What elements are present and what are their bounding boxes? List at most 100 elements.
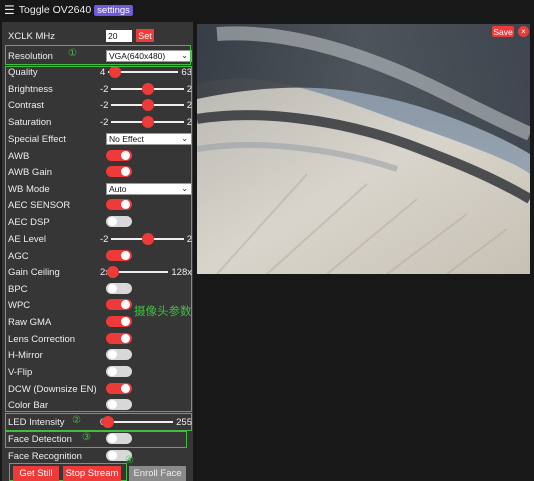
- bpc-label: BPC: [8, 283, 28, 295]
- chevron-down-icon: ⌄: [181, 134, 188, 143]
- chevron-down-icon: ⌄: [181, 184, 188, 193]
- raw-gma-label: Raw GMA: [8, 316, 52, 328]
- h-mirror-label: H-Mirror: [8, 349, 43, 361]
- raw-gma-toggle[interactable]: [106, 316, 132, 327]
- slider-track: [111, 233, 184, 245]
- awb-row: AWB: [8, 148, 188, 164]
- wpc-toggle[interactable]: [106, 299, 132, 310]
- agc-label: AGC: [8, 250, 29, 262]
- dcw-row: DCW (Downsize EN): [8, 381, 188, 397]
- awb-gain-toggle[interactable]: [106, 166, 132, 177]
- top-bar: ☰ Toggle OV2640 settings: [0, 0, 534, 20]
- gain-ceiling-max: 128x: [171, 266, 192, 278]
- aec-dsp-label: AEC DSP: [8, 216, 50, 228]
- enroll-face-button[interactable]: Enroll Face: [129, 466, 186, 481]
- ae-level-max: 2: [186, 233, 192, 245]
- aec-dsp-row: AEC DSP: [8, 214, 188, 230]
- toggle-knob: [108, 400, 117, 409]
- saturation-slider[interactable]: -2 2: [100, 114, 192, 130]
- face-detection-toggle[interactable]: [106, 433, 132, 444]
- xclk-row: XCLK MHz 20 Set: [8, 28, 188, 44]
- awb-toggle[interactable]: [106, 150, 132, 161]
- raw-gma-row: Raw GMA: [8, 314, 188, 330]
- special-effect-row: Special Effect No Effect ⌄: [8, 131, 192, 147]
- slider-thumb[interactable]: [102, 416, 115, 428]
- gain-ceiling-slider[interactable]: 2x 128x: [100, 264, 192, 280]
- annotation-number-2: ②: [72, 415, 81, 426]
- xclk-set-button[interactable]: Set: [136, 29, 154, 42]
- stop-stream-button[interactable]: Stop Stream: [63, 466, 121, 481]
- ae-level-min: -2: [100, 233, 109, 245]
- contrast-slider[interactable]: -2 2: [100, 97, 192, 113]
- face-detection-row: Face Detection: [8, 431, 188, 447]
- toggle-knob: [108, 217, 117, 226]
- slider-thumb[interactable]: [141, 99, 154, 111]
- ae-level-slider[interactable]: -2 2: [100, 231, 192, 247]
- brightness-row: Brightness -2 2: [8, 81, 192, 97]
- brightness-slider[interactable]: -2 2: [100, 81, 192, 97]
- ae-level-label: AE Level: [8, 233, 47, 245]
- special-effect-value: No Effect: [109, 134, 144, 144]
- toggle-knob: [108, 434, 117, 443]
- slider-thumb[interactable]: [107, 266, 120, 278]
- aec-dsp-toggle[interactable]: [106, 216, 132, 227]
- toggle-settings-title[interactable]: Toggle OV2640: [19, 4, 91, 16]
- toggle-knob: [121, 317, 130, 326]
- toggle-knob: [121, 151, 130, 160]
- settings-tag[interactable]: settings: [94, 4, 133, 16]
- toggle-knob: [121, 300, 130, 309]
- toggle-knob: [108, 350, 117, 359]
- camera-stream-image: [197, 24, 530, 274]
- close-icon[interactable]: ×: [518, 26, 529, 37]
- dcw-label: DCW (Downsize EN): [8, 383, 97, 395]
- led-intensity-slider[interactable]: 0 255: [100, 414, 192, 430]
- saturation-row: Saturation -2 2: [8, 114, 192, 130]
- slider-thumb[interactable]: [141, 233, 154, 245]
- save-button[interactable]: Save: [492, 26, 514, 37]
- lens-correction-toggle[interactable]: [106, 333, 132, 344]
- lens-correction-row: Lens Correction: [8, 331, 188, 347]
- toggle-knob: [121, 167, 130, 176]
- toggle-knob: [108, 451, 117, 460]
- toggle-knob: [121, 251, 130, 260]
- slider-thumb[interactable]: [141, 116, 154, 128]
- brightness-max: 2: [186, 83, 192, 95]
- bpc-toggle[interactable]: [106, 283, 132, 294]
- saturation-label: Saturation: [8, 116, 52, 128]
- wb-mode-label: WB Mode: [8, 183, 50, 195]
- led-max: 255: [176, 416, 192, 428]
- contrast-max: 2: [186, 99, 192, 111]
- toggle-knob: [121, 200, 130, 209]
- annotation-number-1: ①: [68, 48, 77, 59]
- contrast-min: -2: [100, 99, 109, 111]
- face-detection-label: Face Detection: [8, 433, 72, 445]
- toggle-knob: [108, 284, 117, 293]
- wb-mode-select[interactable]: Auto ⌄: [106, 183, 192, 195]
- xclk-input[interactable]: 20: [106, 30, 132, 42]
- contrast-row: Contrast -2 2: [8, 97, 192, 113]
- slider-thumb[interactable]: [141, 83, 154, 95]
- aec-sensor-toggle[interactable]: [106, 199, 132, 210]
- special-effect-label: Special Effect: [8, 133, 66, 145]
- wb-mode-value: Auto: [109, 184, 127, 194]
- wb-mode-row: WB Mode Auto ⌄: [8, 181, 192, 197]
- saturation-max: 2: [186, 116, 192, 128]
- color-bar-toggle[interactable]: [106, 399, 132, 410]
- ae-level-row: AE Level -2 2: [8, 231, 192, 247]
- xclk-label: XCLK MHz: [8, 30, 55, 42]
- special-effect-select[interactable]: No Effect ⌄: [106, 133, 192, 145]
- agc-toggle[interactable]: [106, 250, 132, 261]
- face-recognition-label: Face Recognition: [8, 450, 82, 462]
- slider-track: [107, 266, 169, 278]
- color-bar-label: Color Bar: [8, 399, 49, 411]
- get-still-button[interactable]: Get Still: [13, 466, 59, 481]
- color-bar-row: Color Bar: [8, 397, 188, 413]
- v-flip-label: V-Flip: [8, 366, 33, 378]
- dcw-toggle[interactable]: [106, 383, 132, 394]
- resolution-annotation-box: [5, 45, 191, 65]
- v-flip-toggle[interactable]: [106, 366, 132, 377]
- h-mirror-toggle[interactable]: [106, 349, 132, 360]
- menu-icon[interactable]: ☰: [4, 3, 15, 17]
- led-intensity-row: LED Intensity 0 255: [8, 414, 192, 430]
- saturation-min: -2: [100, 116, 109, 128]
